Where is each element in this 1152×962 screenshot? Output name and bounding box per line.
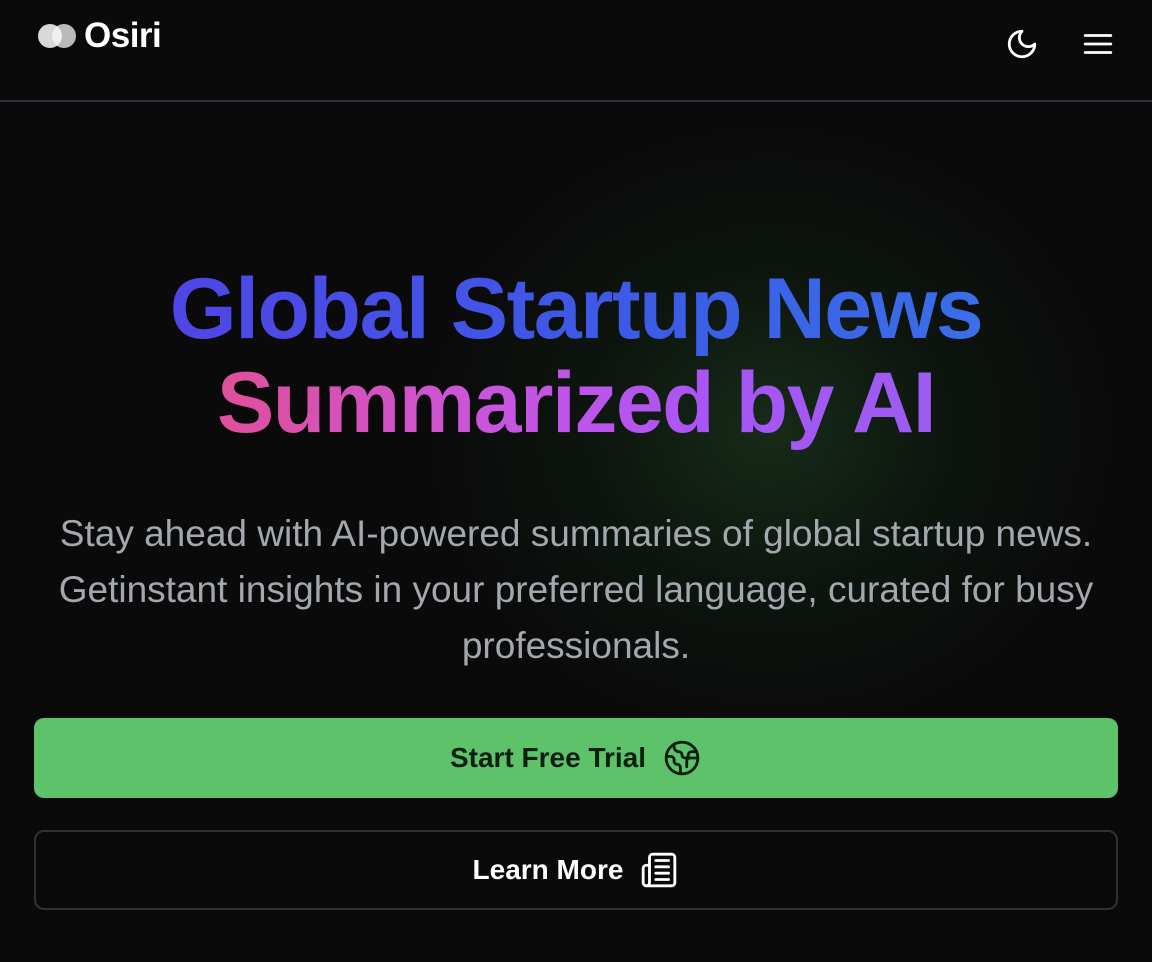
globe-icon (662, 738, 702, 778)
brand-name: Osiri (84, 16, 162, 55)
learn-more-label: Learn More (472, 854, 624, 885)
hero-title-line1: Global Startup News (169, 261, 984, 357)
learn-more-button[interactable]: Learn More (34, 830, 1118, 910)
logo-icon (38, 21, 78, 51)
hero-title-line2: Summarized by AI (216, 355, 937, 451)
newspaper-icon (639, 850, 679, 890)
brand-logo-link[interactable]: Osiri (38, 16, 162, 56)
hero-subtitle: Stay ahead with AI-powered summaries of … (58, 513, 1094, 666)
start-free-trial-button[interactable]: Start Free Trial (34, 718, 1118, 798)
hero-title: Global Startup News Summarized by AI (0, 262, 1152, 450)
page: Osiri Global Startup News Summarized by … (0, 0, 1152, 962)
top-nav: Osiri (0, 0, 1152, 102)
start-free-trial-label: Start Free Trial (449, 742, 647, 773)
hamburger-menu-icon[interactable] (1080, 26, 1116, 62)
moon-icon[interactable] (1004, 26, 1040, 62)
